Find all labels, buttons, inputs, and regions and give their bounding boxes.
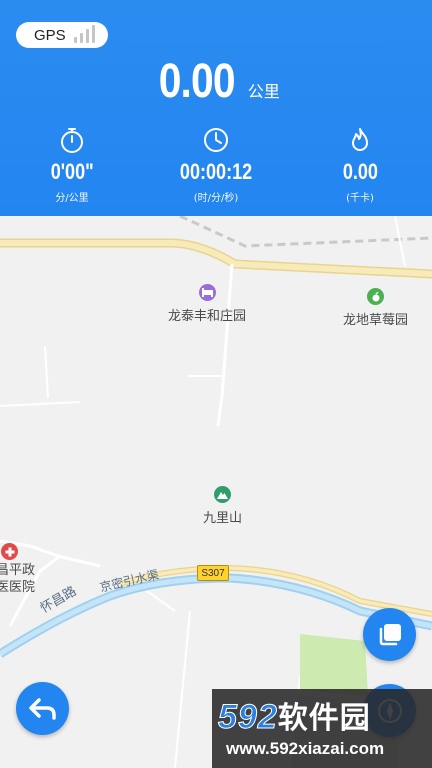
hospital-label-line2: 医医院 [0,580,36,595]
calories-unit: (千卡) [346,193,374,204]
fruit-icon [367,288,384,305]
site-watermark: 592软件园 www.592xiazai.com [212,689,432,768]
hospital-label-line1: 昌平政 [0,563,36,578]
signal-strength-icon [73,25,95,43]
watermark-logo: 592软件园 [218,693,371,737]
distance-value: 0.00 [158,55,236,108]
stats-header: GPS 0.00 公里 0'00" 分/公里 00:00:12 (时/分/秒) … [0,0,432,216]
stats-row: 0'00" 分/公里 00:00:12 (时/分/秒) 0.00 (千卡) [0,126,432,204]
duration-stat: 00:00:12 (时/分/秒) [144,126,288,204]
gps-status-badge: GPS [16,22,108,48]
back-button[interactable] [16,682,69,735]
duration-value: 00:00:12 [179,159,253,184]
map-layers-button[interactable] [363,608,416,661]
mountain-icon [214,486,231,503]
route-shield-s307: S307 [197,565,229,581]
gps-label: GPS [34,26,66,44]
poi-label: 龙地草莓园 [343,313,409,328]
pace-stat: 0'00" 分/公里 [0,126,144,204]
hospital-icon[interactable] [1,543,18,560]
stopwatch-icon [61,128,83,153]
poi-label: 龙泰丰和庄园 [168,309,247,324]
duration-unit: (时/分/秒) [193,193,239,204]
calories-value: 0.00 [342,159,378,184]
layers-icon [379,623,401,645]
watermark-number: 592 [218,698,278,737]
clock-icon [204,128,228,152]
hospital-label: 昌平政 医医院 [0,562,35,596]
calories-stat: 0.00 (千卡) [288,126,432,204]
poi-jiulishan[interactable]: 九里山 [203,486,242,526]
distance-display: 0.00 公里 [0,56,432,108]
distance-unit: 公里 [247,82,280,101]
pace-value: 0'00" [50,159,94,184]
hotel-icon [198,284,216,301]
pace-unit: 分/公里 [55,193,89,204]
run-tracker-screen: GPS 0.00 公里 0'00" 分/公里 00:00:12 (时/分/秒) … [0,0,432,768]
flame-icon [352,128,368,151]
poi-label: 九里山 [203,511,243,526]
back-arrow-icon [28,697,56,720]
map-view[interactable]: 龙泰丰和庄园 龙地草莓园 九里山 昌平政 医医院 怀昌路 京密引水渠 S307 [0,216,432,768]
watermark-url: www.592xiazai.com [226,739,385,758]
poi-strawberry-farm[interactable]: 龙地草莓园 [343,288,408,328]
poi-longtai-manor[interactable]: 龙泰丰和庄园 [168,284,246,324]
watermark-brand: 软件园 [277,701,371,736]
